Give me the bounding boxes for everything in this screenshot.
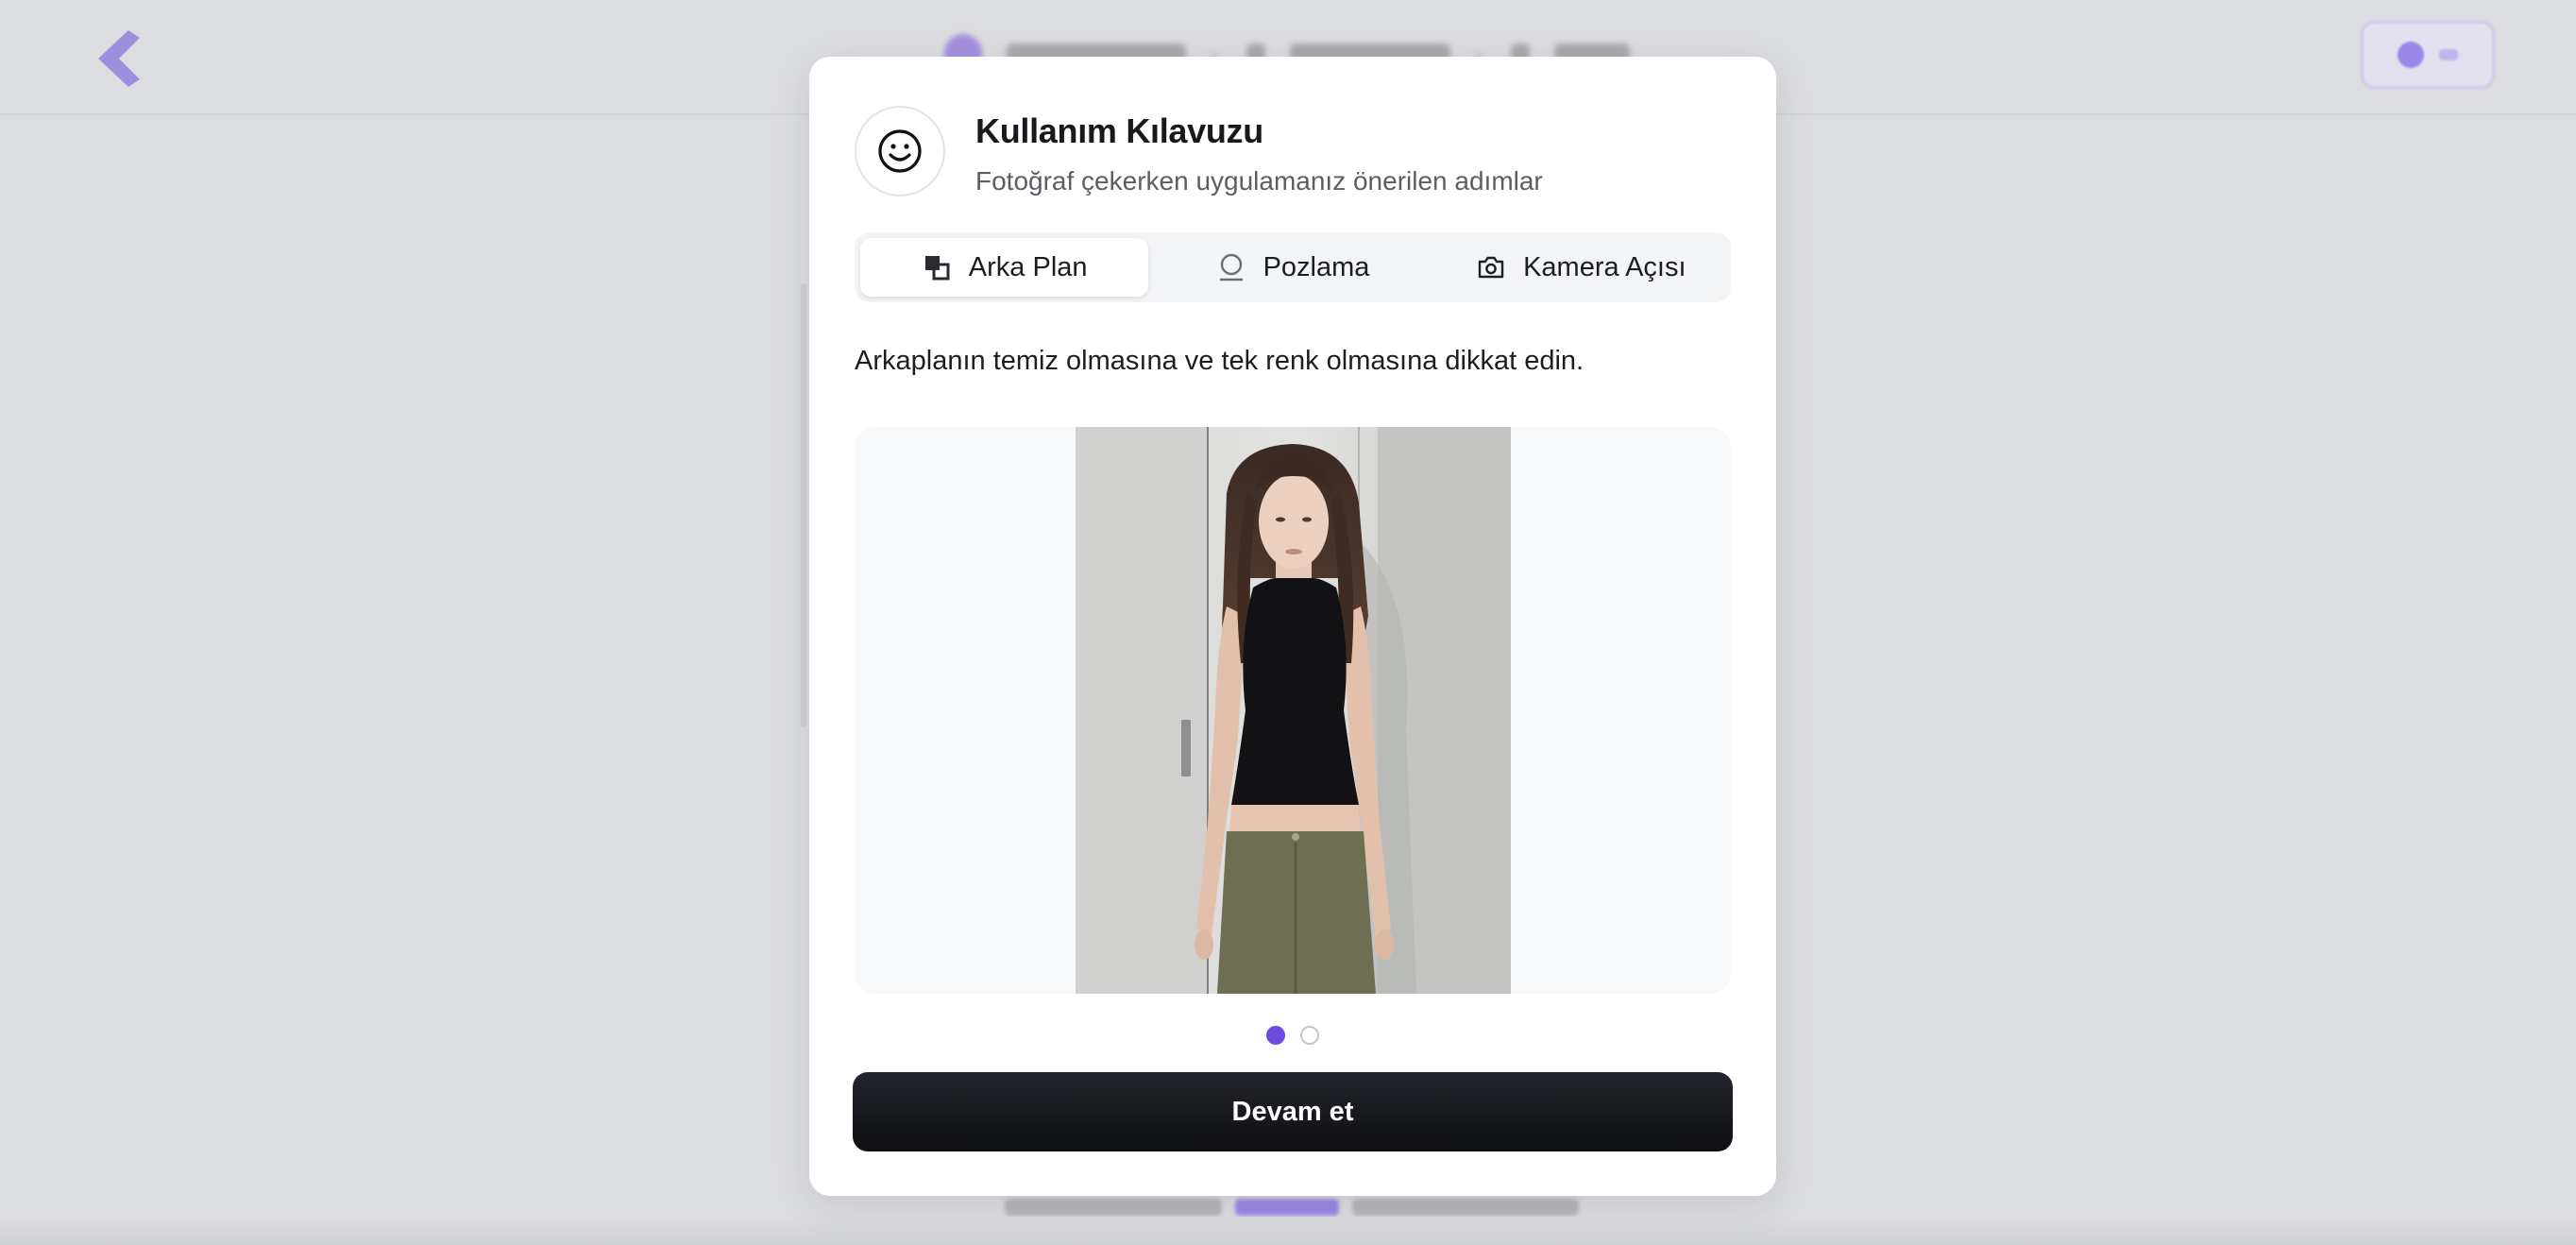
tab-arka-plan[interactable]: Arka Plan	[860, 238, 1149, 297]
tab-label: Kamera Açısı	[1523, 251, 1686, 282]
usage-guide-modal: Kullanım Kılavuzu Fotoğraf çekerken uygu…	[809, 57, 1776, 1196]
guide-description: Arkaplanın temiz olmasına ve tek renk ol…	[855, 346, 1585, 376]
layers-icon	[922, 252, 952, 282]
slide-indicator	[809, 1026, 1776, 1047]
example-photo	[1076, 427, 1511, 994]
camera-icon	[1476, 252, 1506, 282]
tab-label: Pozlama	[1263, 251, 1370, 282]
modal-title: Kullanım Kılavuzu	[975, 111, 1263, 150]
background-card-edge	[801, 283, 806, 727]
slide-dot-1[interactable]	[1266, 1026, 1285, 1045]
example-image-panel	[855, 427, 1731, 994]
header-icon-container	[855, 106, 945, 196]
slide-dot-2[interactable]	[1300, 1026, 1319, 1045]
modal-subtitle: Fotoğraf çekerken uygulamanız önerilen a…	[975, 166, 1543, 196]
background-bottom-edge	[0, 1217, 2576, 1245]
tab-pozlama[interactable]: Pozlama	[1148, 238, 1436, 297]
tab-kamera-acisi[interactable]: Kamera Açısı	[1437, 238, 1725, 297]
background-user-button	[2361, 21, 2495, 89]
exposure-icon	[1216, 252, 1246, 282]
tab-label: Arka Plan	[968, 251, 1088, 282]
smile-icon	[878, 129, 922, 173]
continue-button[interactable]: Devam et	[853, 1072, 1733, 1151]
guide-tabs: Arka Plan Pozlama Kamera Açısı	[855, 232, 1731, 302]
app-logo-icon	[98, 30, 140, 87]
